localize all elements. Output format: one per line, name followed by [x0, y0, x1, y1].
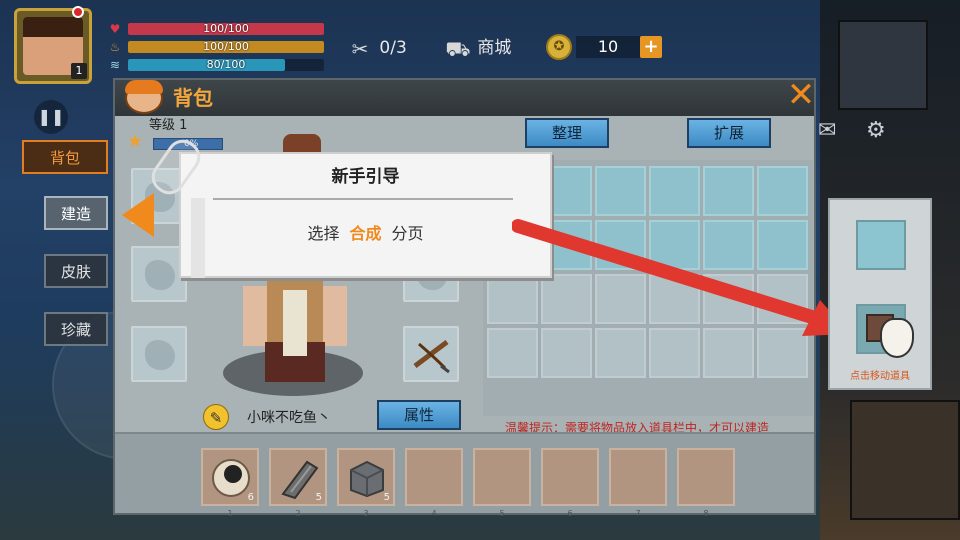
hotbar-number: 4	[431, 509, 437, 518]
avatar-hair	[23, 17, 83, 37]
level-label: 等级 1	[149, 118, 188, 133]
guide-text-before: 选择	[307, 224, 340, 243]
character-name: 小咪不吃鱼丶	[247, 410, 331, 426]
player-avatar[interactable]: 1	[14, 8, 92, 84]
newbie-guide-dialog: 新手引导 选择 合成 分页	[145, 133, 552, 278]
guide-divider	[213, 198, 513, 200]
tab-collection[interactable]: 珍藏	[44, 312, 108, 346]
avatar-level-badge: 1	[71, 63, 87, 79]
add-coins-button[interactable]: +	[640, 36, 662, 58]
tap-hand-icon	[880, 318, 914, 358]
oxygen-value: 80/100	[206, 58, 246, 71]
shop-button[interactable]: ⛟ 商城	[444, 34, 511, 62]
hotbar-count: 5	[315, 492, 322, 503]
stone-slab-item-icon	[281, 460, 319, 500]
close-button[interactable]: ✕	[781, 76, 821, 116]
guide-left-arrow-icon	[122, 193, 154, 237]
hotbar-count: 6	[247, 492, 254, 503]
equip-slot-weapon[interactable]	[403, 326, 459, 382]
pause-button[interactable]: ❚❚	[34, 100, 68, 134]
quick-slot-1[interactable]	[856, 220, 906, 270]
tab-skin[interactable]: 皮肤	[44, 254, 108, 288]
inventory-slot[interactable]	[649, 166, 700, 216]
panel-header: 背包	[115, 80, 814, 116]
shop-label: 商城	[477, 38, 512, 58]
hotbar-slot-6[interactable]: 6	[541, 448, 599, 518]
tab-build[interactable]: 建造	[44, 196, 108, 230]
drumstick-icon: ♨	[109, 40, 121, 54]
hotbar-count: 5	[383, 492, 390, 503]
hotbar-slot-1[interactable]: 6 1	[201, 448, 259, 518]
red-pointer-arrow-icon	[512, 219, 850, 336]
wrench-icon: ✂	[351, 37, 369, 61]
crossbow-icon	[413, 340, 450, 374]
hotbar: 6 1 5 2 5 3 4 5 6 7 8	[115, 432, 814, 518]
guide-highlight: 合成	[349, 224, 382, 243]
coin-icon: ✪	[546, 34, 572, 60]
hotbar-slot-7[interactable]: 7	[609, 448, 667, 518]
hotbar-number: 7	[635, 509, 641, 518]
inventory-slot[interactable]	[703, 166, 754, 216]
equip-slot-legs[interactable]	[131, 326, 187, 382]
character-left-arm	[243, 286, 267, 346]
hotbar-slot-2[interactable]: 5 2	[269, 448, 327, 518]
hotbar-slot-8[interactable]: 8	[677, 448, 735, 518]
coin-counter: ✪ 10 +	[546, 34, 662, 60]
hotbar-slot-5[interactable]: 5	[473, 448, 531, 518]
hotbar-slot-4[interactable]: 4	[405, 448, 463, 518]
inventory-slot[interactable]	[595, 166, 646, 216]
character-right-arm	[323, 286, 347, 346]
hunger-bar: ♨ 100/100	[106, 40, 324, 54]
sort-button[interactable]: 整理	[525, 118, 609, 148]
notification-dot	[72, 6, 84, 18]
background-block	[850, 400, 960, 520]
character-apron	[283, 290, 307, 356]
tasks-button[interactable]: ✂ 0/3	[346, 34, 407, 62]
oxygen-bar: ≋ 80/100	[106, 58, 324, 72]
hotbar-number: 2	[295, 509, 301, 518]
expand-button[interactable]: 扩展	[687, 118, 771, 148]
background-block	[838, 20, 928, 110]
heart-icon: ♥	[109, 22, 121, 36]
hotbar-slot-3[interactable]: 5 3	[337, 448, 395, 518]
cart-icon: ⛟	[445, 37, 471, 61]
hotbar-number: 3	[363, 509, 369, 518]
panel-title: 背包	[173, 86, 213, 110]
edit-name-pencil-icon[interactable]: ✎	[203, 404, 229, 430]
mail-icon[interactable]: ✉	[818, 118, 836, 143]
hotbar-number: 6	[567, 509, 573, 518]
inventory-slot[interactable]	[757, 166, 808, 216]
guide-title: 新手引导	[331, 167, 400, 187]
health-value: 100/100	[203, 22, 249, 35]
eye-item-icon	[212, 459, 250, 497]
coin-value: 10	[576, 36, 640, 58]
hotbar-number: 8	[703, 509, 709, 518]
health-bar: ♥ 100/100	[106, 22, 324, 36]
oxygen-icon: ≋	[109, 58, 121, 72]
star-icon: ★	[127, 131, 144, 152]
attributes-button[interactable]: 属性	[377, 400, 461, 430]
quick-item-panel: 点击移动道具	[828, 198, 932, 390]
hunger-value: 100/100	[203, 40, 249, 53]
quick-panel-label: 点击移动道具	[850, 371, 910, 382]
guide-text: 选择 合成 分页	[181, 222, 550, 246]
tab-backpack[interactable]: 背包	[22, 140, 108, 174]
guide-text-after: 分页	[391, 224, 424, 243]
gear-icon[interactable]: ⚙	[866, 118, 886, 143]
hotbar-number: 1	[227, 509, 233, 518]
gravel-block-item-icon	[350, 460, 384, 498]
hotbar-number: 5	[499, 509, 505, 518]
tasks-count: 0/3	[379, 38, 407, 58]
backpack-avatar-icon	[125, 80, 163, 114]
